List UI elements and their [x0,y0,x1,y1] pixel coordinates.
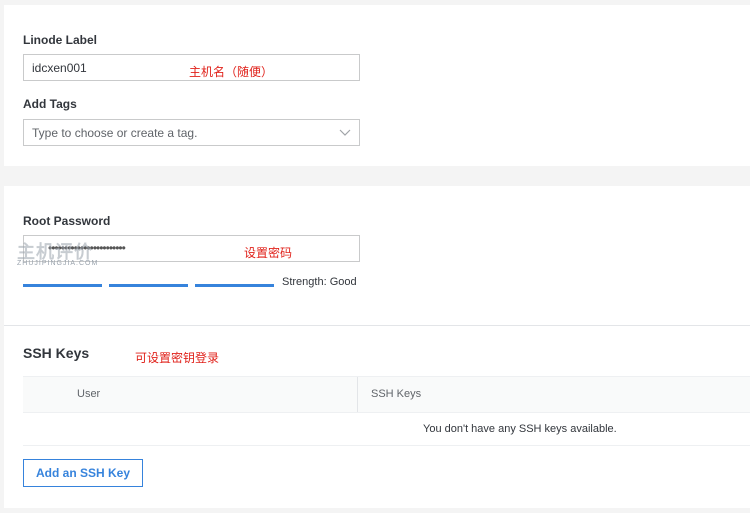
linode-label-value: idcxen001 [32,61,87,75]
root-password-annotation: 设置密码 [244,246,293,260]
chevron-down-icon[interactable] [339,127,351,137]
watermark-subtext: ZHUJIPINGJIA.COM [17,260,99,267]
strength-bar-2 [109,284,188,287]
ssh-keys-annotation: 可设置密钥登录 [135,351,220,365]
linode-label-annotation: 主机名（随便） [189,65,274,79]
column-separator [357,377,358,412]
table-row: You don't have any SSH keys available. [23,413,750,446]
strength-bar-1 [23,284,102,287]
tags-placeholder: Type to choose or create a tag. [32,126,198,140]
column-user: User [77,388,101,400]
add-tags-heading: Add Tags [23,97,77,111]
tags-select[interactable]: Type to choose or create a tag. [23,119,360,146]
strength-bar-3 [195,284,274,287]
section-divider [4,325,750,326]
empty-message: You don't have any SSH keys available. [423,423,617,435]
linode-details-panel: Linode Label idcxen001 主机名（随便） Add Tags … [4,5,750,166]
column-ssh-keys: SSH Keys [371,388,422,400]
ssh-keys-title: SSH Keys [23,345,90,361]
root-password-heading: Root Password [23,214,111,228]
linode-label-heading: Linode Label [23,33,98,47]
ssh-keys-table-header: User SSH Keys [23,376,750,413]
add-ssh-key-button[interactable]: Add an SSH Key [23,459,143,487]
password-strength-text: Strength: Good [282,276,357,288]
watermark: 主机评价 ZHUJIPINGJIA.COM [17,238,97,267]
access-panel: Root Password •••••••••••••••••••••••• 设… [4,186,750,508]
